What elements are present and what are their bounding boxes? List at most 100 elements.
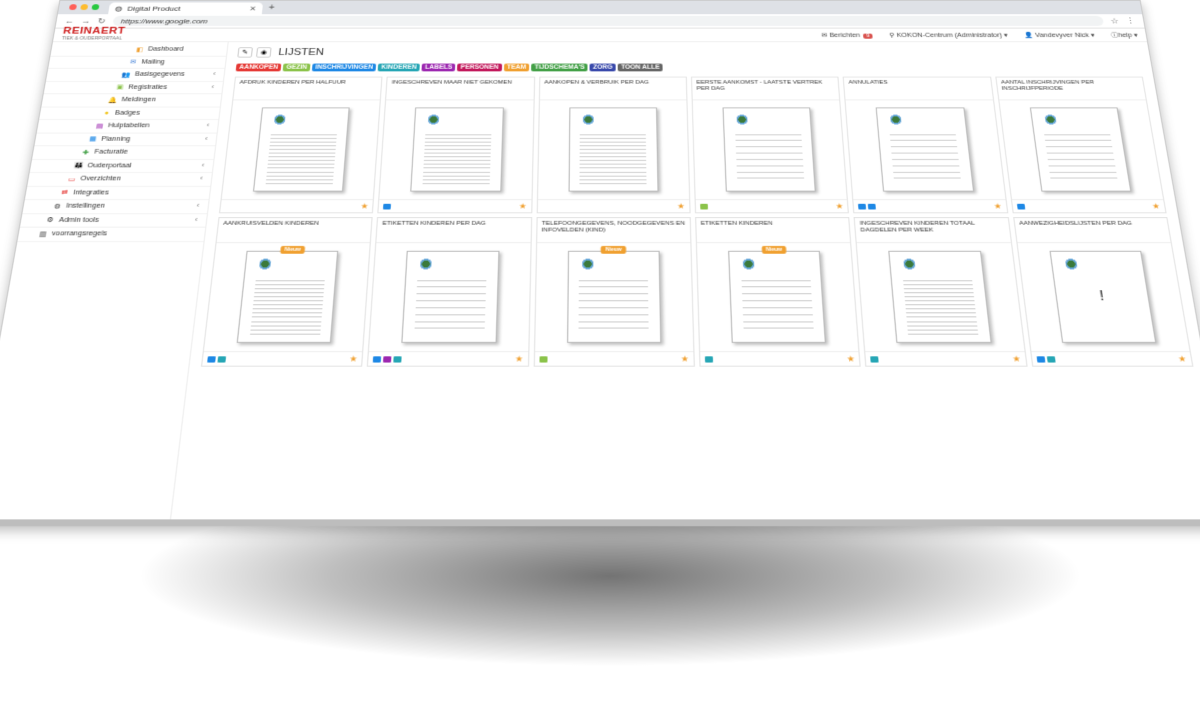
close-window-button[interactable] — [68, 4, 78, 10]
sidebar-item-facturatie[interactable]: ✚ Facturatie — [32, 146, 216, 160]
report-title: AANKOPEN & VERBRUIK PER DAG — [539, 77, 687, 101]
report-card[interactable]: EERSTE AANKOMST - LAATSTE VERTREK PER DA… — [690, 76, 850, 214]
favorite-star-icon[interactable]: ★ — [677, 202, 685, 211]
report-card[interactable]: AANWEZIGHEIDSLIJSTEN PER DAG! ★ — [1012, 217, 1194, 367]
preview-line — [893, 177, 961, 179]
preview-line — [892, 165, 960, 167]
report-card[interactable]: ETIKETTEN KINDEREN PER DAG ★ — [367, 217, 532, 367]
filter-kinderen[interactable]: KINDEREN — [377, 63, 421, 72]
url-input[interactable]: https://www.google.com — [111, 15, 1105, 26]
favorite-star-icon[interactable]: ★ — [515, 354, 523, 363]
report-body — [221, 100, 381, 200]
favorite-star-icon[interactable]: ★ — [835, 202, 843, 211]
report-card[interactable]: AFDRUK KINDEREN PER HALFUUR ★ — [218, 76, 383, 214]
report-preview — [875, 107, 974, 192]
edit-button[interactable]: ✎ — [237, 46, 254, 58]
filter-team[interactable]: TEAM — [503, 63, 530, 72]
messages-button[interactable]: ✉ Berichten 9 — [821, 31, 873, 39]
preview-line — [417, 279, 487, 281]
preview-line — [893, 171, 961, 173]
forward-icon[interactable]: → — [81, 17, 92, 25]
sidebar-item-meldingen[interactable]: 🔔 Meldingen — [41, 94, 222, 108]
report-card[interactable]: AANKOPEN & VERBRUIK PER DAG ★ — [536, 76, 691, 214]
minimize-window-button[interactable] — [80, 4, 89, 10]
preview-line — [891, 152, 958, 154]
browser-tab[interactable]: ◍ Digital Product ✕ — [108, 2, 264, 15]
report-card[interactable]: TELEFOONGEGEVENS, NOODGEGEVENS EN INFOVE… — [533, 217, 695, 367]
sidebar-item-overzichten[interactable]: ▭ Overzichten ‹ — [27, 172, 212, 187]
preview-line — [579, 152, 647, 154]
preview-line — [890, 146, 958, 148]
filter-tijdschema-s[interactable]: TIJDSCHEMA'S — [531, 63, 588, 72]
report-preview — [568, 107, 659, 192]
menu-dots-icon[interactable]: ⋮ — [1125, 16, 1136, 25]
preview-line — [906, 312, 976, 314]
view-button[interactable]: ◉ — [256, 46, 272, 58]
preview-line — [1047, 152, 1114, 154]
favorite-star-icon[interactable]: ★ — [519, 202, 527, 211]
app-logo[interactable]: REINAERT TIEK & OUDERPORTAAL — [61, 26, 126, 42]
new-tab-icon[interactable]: + — [268, 3, 275, 12]
reload-icon[interactable]: ↻ — [97, 16, 106, 25]
report-card[interactable]: ANNULATIES ★ — [842, 76, 1008, 214]
sidebar-item-mailing[interactable]: ✉ Mailing — [48, 56, 226, 69]
favorite-star-icon[interactable]: ★ — [846, 354, 855, 363]
filter-personen[interactable]: PERSONEN — [457, 63, 502, 72]
sidebar-item-label: Badges — [114, 109, 141, 117]
sidebar-item-voorrangsregels[interactable]: ▥ voorrangsregels — [17, 227, 206, 242]
category-tag — [383, 355, 392, 363]
location-dropdown[interactable]: ⚲ KOKON-Centrum (Administrator) ▾ — [889, 31, 1008, 38]
report-card[interactable]: ETIKETTEN KINDEREN Nieuw ★ — [695, 217, 862, 367]
kokon-logo-icon — [732, 112, 752, 126]
sidebar-item-instellingen[interactable]: ⚙ Instellingen ‹ — [22, 200, 209, 214]
preview-line — [416, 286, 487, 288]
report-card[interactable]: INGESCHREVEN MAAR NIET GEKOMEN ★ — [377, 76, 535, 214]
user-dropdown[interactable]: 👤 Vandevyver Nick ▾ — [1024, 31, 1095, 38]
help-dropdown[interactable]: ⓘhelp ▾ — [1110, 31, 1139, 39]
back-icon[interactable]: ← — [64, 17, 75, 25]
preview-line — [416, 300, 486, 302]
favorite-star-icon[interactable]: ★ — [360, 202, 368, 211]
preview-line — [251, 316, 322, 318]
messages-label: Berichten — [829, 32, 861, 39]
preview-line — [254, 288, 324, 290]
favorite-star-icon[interactable]: ★ — [349, 354, 358, 363]
sidebar-item-admin-tools[interactable]: ⚙ Admin tools ‹ — [19, 213, 207, 228]
preview-line — [891, 158, 959, 160]
sidebar-item-badges[interactable]: ● Badges — [39, 107, 220, 120]
bookmark-star-icon[interactable]: ☆ — [1110, 16, 1120, 25]
report-card[interactable]: INGESCHREVEN KINDEREN TOTAAL DAGDELEN PE… — [853, 217, 1028, 367]
new-badge: Nieuw — [761, 245, 787, 254]
favorite-star-icon[interactable]: ★ — [1177, 354, 1187, 363]
filter-zorg[interactable]: ZORG — [589, 63, 616, 72]
favorite-star-icon[interactable]: ★ — [1012, 354, 1021, 363]
filter-labels[interactable]: LABELS — [421, 63, 456, 72]
filter-inschrijvingen[interactable]: INSCHRIJVINGEN — [311, 63, 377, 72]
mail-icon: ✉ — [129, 59, 137, 66]
maximize-window-button[interactable] — [91, 4, 100, 10]
report-title: ETIKETTEN KINDEREN PER DAG — [376, 218, 531, 244]
sidebar-item-basisgegevens[interactable]: 👥 Basisgegevens ‹ — [45, 68, 225, 82]
kokon-logo-icon — [424, 112, 444, 126]
sidebar-item-ouderportaal[interactable]: 👪 Ouderportaal ‹ — [29, 159, 214, 173]
sidebar-item-registraties[interactable]: ▣ Registraties ‹ — [43, 81, 223, 95]
favorite-star-icon[interactable]: ★ — [993, 202, 1002, 211]
report-title: AANTAL INSCHRIJVINGEN PER INSCHRIJFPERIO… — [996, 77, 1146, 101]
tools-icon: ⚙ — [46, 217, 55, 225]
filter-toon-alle[interactable]: TOON ALLE — [617, 63, 663, 72]
report-body — [537, 100, 690, 200]
report-title: INGESCHREVEN KINDEREN TOTAAL DAGDELEN PE… — [855, 218, 1011, 244]
favorite-star-icon[interactable]: ★ — [681, 354, 689, 363]
globe-icon: ◍ — [114, 4, 123, 13]
report-card[interactable]: AANKRUISVELDEN KINDEREN Nieuw ★ — [200, 217, 373, 367]
sidebar-item-integraties[interactable]: ⇄ Integraties — [24, 186, 211, 201]
sidebar-item-dashboard[interactable]: ◧ Dashboard — [50, 43, 228, 57]
filter-aankopen[interactable]: AANKOPEN — [235, 63, 282, 72]
favorite-star-icon[interactable]: ★ — [1151, 202, 1160, 211]
report-preview — [722, 107, 817, 192]
report-card[interactable]: AANTAL INSCHRIJVINGEN PER INSCHRIJFPERIO… — [994, 76, 1167, 214]
filter-gezin[interactable]: GEZIN — [282, 63, 311, 72]
sidebar-item-planning[interactable]: ▦ Planning ‹ — [34, 133, 217, 147]
sidebar-item-hulptabellen[interactable]: ▤ Hulptabellen ‹ — [36, 119, 219, 134]
close-tab-icon[interactable]: ✕ — [249, 5, 257, 13]
